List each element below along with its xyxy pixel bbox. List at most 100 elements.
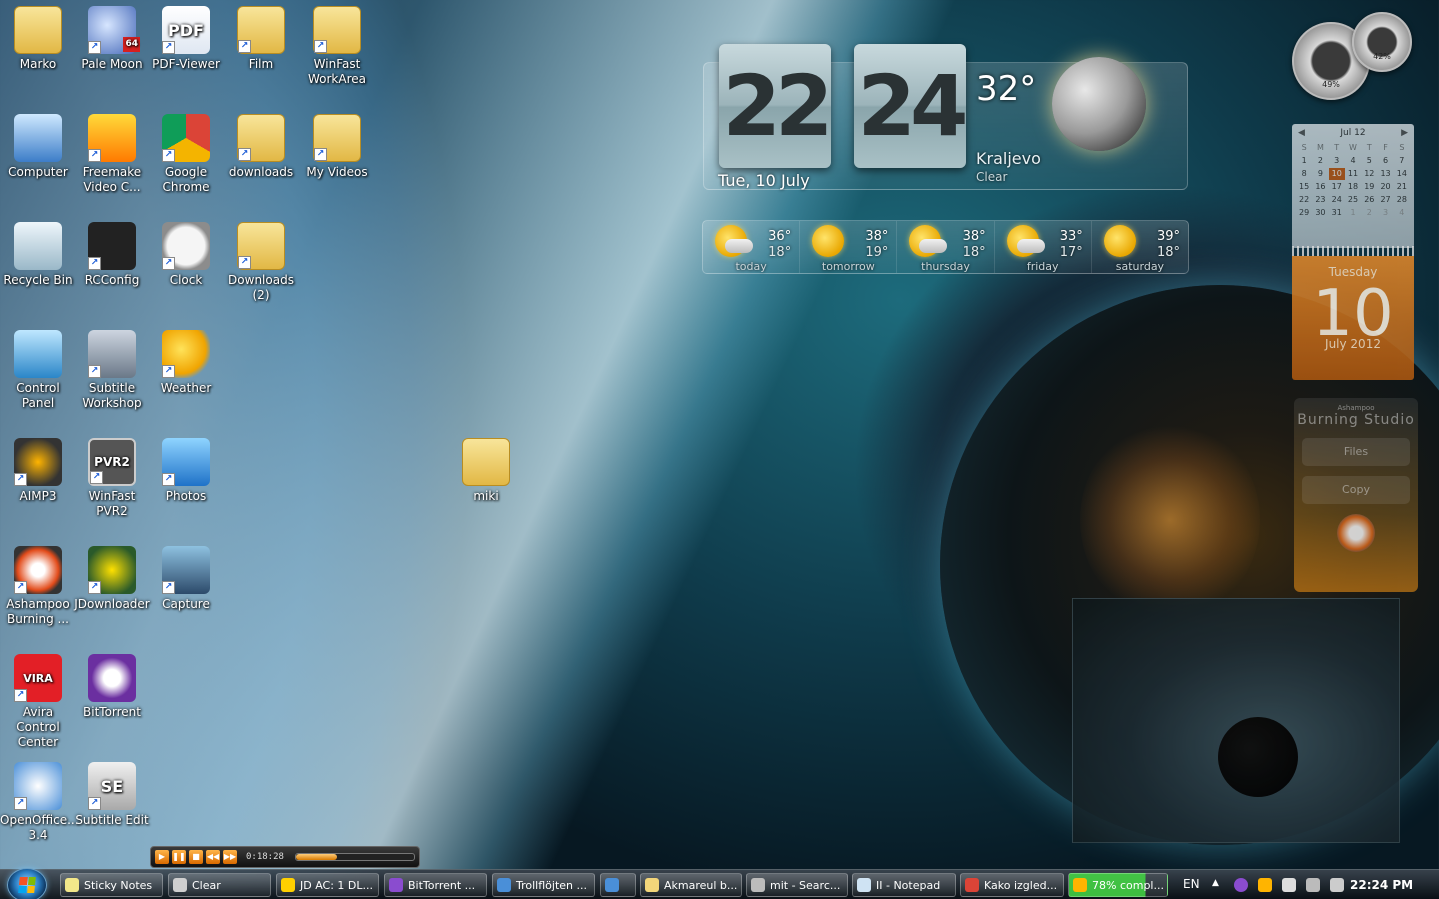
calendar-date[interactable]: 24 xyxy=(1329,194,1345,206)
taskbar-clock[interactable]: 22:24 PM xyxy=(1350,878,1413,892)
desktop-icon-weather[interactable]: ↗ Weather xyxy=(148,330,224,396)
stop-icon[interactable]: ■ xyxy=(189,850,203,864)
calendar-date[interactable]: 11 xyxy=(1345,168,1361,180)
language-indicator[interactable]: EN xyxy=(1183,877,1200,891)
start-button[interactable] xyxy=(7,868,47,899)
taskbar-button[interactable]: BitTorrent ... xyxy=(384,873,487,897)
desktop-icon-chrome[interactable]: ↗ Google Chrome xyxy=(148,114,224,195)
taskbar-button[interactable]: mit - Searc... xyxy=(746,873,848,897)
calendar-date[interactable]: 16 xyxy=(1312,181,1328,193)
desktop-icon-my-videos[interactable]: ↗ My Videos xyxy=(299,114,375,180)
desktop-icon-aimp3[interactable]: ↗ AIMP3 xyxy=(0,438,76,504)
action-center-flag-icon[interactable] xyxy=(1282,878,1296,892)
desktop-icon-subtitle-workshop[interactable]: ↗ Subtitle Workshop xyxy=(74,330,150,411)
play-icon[interactable]: ▶ xyxy=(155,850,169,864)
calendar-date[interactable]: 4 xyxy=(1345,155,1361,167)
forecast-gadget[interactable]: 36° 18° today 38° 19° tomorrow 38° 18° t… xyxy=(702,220,1189,274)
desktop-icon-clock[interactable]: ↗ Clock xyxy=(148,222,224,288)
desktop-icon-ashampoo[interactable]: ↗ Ashampoo Burning ... xyxy=(0,546,76,627)
previous-track-icon[interactable]: ◀◀ xyxy=(206,850,220,864)
calendar-date[interactable]: 3 xyxy=(1329,155,1345,167)
desktop-icon-recycle-bin[interactable]: Recycle Bin xyxy=(0,222,76,288)
calendar-date[interactable]: 15 xyxy=(1296,181,1312,193)
slideshow-gadget[interactable] xyxy=(1072,598,1400,843)
seek-bar[interactable] xyxy=(295,853,415,861)
copy-disc-button[interactable]: Copy xyxy=(1302,476,1410,504)
calendar-date[interactable]: 6 xyxy=(1377,155,1393,167)
next-track-icon[interactable]: ▶▶ xyxy=(223,850,237,864)
desktop-icon-avira[interactable]: VIRA ↗ Avira Control Center xyxy=(0,654,76,750)
taskbar-button[interactable]: Clear xyxy=(168,873,271,897)
calendar-date[interactable]: 17 xyxy=(1329,181,1345,193)
taskbar-button[interactable] xyxy=(600,873,636,897)
calendar-date[interactable]: 25 xyxy=(1345,194,1361,206)
desktop-icon-computer[interactable]: Computer xyxy=(0,114,76,180)
calendar-date[interactable]: 7 xyxy=(1394,155,1410,167)
desktop-icon-film[interactable]: ↗ Film xyxy=(223,6,299,72)
calendar-date[interactable]: 10 xyxy=(1328,168,1345,180)
desktop-icon-winfast-workarea[interactable]: ↗ WinFast WorkArea xyxy=(299,6,375,87)
taskbar-button[interactable]: Sticky Notes xyxy=(60,873,163,897)
burn-files-button[interactable]: Files xyxy=(1302,438,1410,466)
media-mini-player[interactable]: ▶ ❚❚ ■ ◀◀ ▶▶ 0:18:28 xyxy=(150,846,420,868)
desktop-icon-downloads-2[interactable]: ↗ Downloads (2) xyxy=(223,222,299,303)
calendar-date[interactable]: 29 xyxy=(1296,207,1312,219)
previous-month-icon[interactable]: ◀ xyxy=(1298,124,1305,142)
calendar-date[interactable]: 28 xyxy=(1394,194,1410,206)
calendar-date[interactable]: 22 xyxy=(1296,194,1312,206)
desktop-icon-photos[interactable]: ↗ Photos xyxy=(148,438,224,504)
calendar-date[interactable]: 1 xyxy=(1296,155,1312,167)
taskbar-button[interactable]: II - Notepad xyxy=(852,873,956,897)
calendar-date[interactable]: 27 xyxy=(1377,194,1393,206)
calendar-date[interactable]: 12 xyxy=(1361,168,1377,180)
volume-icon[interactable] xyxy=(1330,878,1344,892)
desktop-icon-capture[interactable]: ↗ Capture xyxy=(148,546,224,612)
calendar-date[interactable]: 30 xyxy=(1312,207,1328,219)
calendar-date[interactable]: 31 xyxy=(1329,207,1345,219)
calendar-date[interactable]: 23 xyxy=(1312,194,1328,206)
calendar-date[interactable]: 8 xyxy=(1296,168,1312,180)
burning-studio-gadget[interactable]: Ashampoo Burning Studio Files Copy xyxy=(1294,398,1418,592)
pause-icon[interactable]: ❚❚ xyxy=(172,850,186,864)
desktop-icon-control-panel[interactable]: Control Panel xyxy=(0,330,76,411)
calendar-date[interactable]: 1 xyxy=(1345,207,1361,219)
taskbar-button[interactable]: 78% compl... xyxy=(1068,873,1168,897)
network-icon[interactable] xyxy=(1306,878,1320,892)
next-month-icon[interactable]: ▶ xyxy=(1401,124,1408,142)
calendar-date[interactable]: 2 xyxy=(1312,155,1328,167)
taskbar-button[interactable]: JD AC: 1 DL... xyxy=(276,873,379,897)
calendar-date[interactable]: 26 xyxy=(1361,194,1377,206)
desktop-icon-jdownloader[interactable]: ↗ JDownloader xyxy=(74,546,150,612)
desktop-icon-pale-moon[interactable]: ↗ 64 Pale Moon xyxy=(74,6,150,72)
calendar-date[interactable]: 5 xyxy=(1361,155,1377,167)
desktop-icon-rcconfig[interactable]: ↗ RCConfig xyxy=(74,222,150,288)
calendar-date[interactable]: 13 xyxy=(1377,168,1393,180)
desktop-icon-freemake[interactable]: ↗ Freemake Video C... xyxy=(74,114,150,195)
calendar-date[interactable]: 14 xyxy=(1394,168,1410,180)
ram-meter-gadget[interactable]: 42% xyxy=(1352,12,1412,72)
calendar-date[interactable]: 9 xyxy=(1312,168,1328,180)
calendar-date[interactable]: 2 xyxy=(1361,207,1377,219)
desktop-icon-winfast-pvr2[interactable]: PVR2 ↗ WinFast PVR2 xyxy=(74,438,150,519)
calendar-date[interactable]: 19 xyxy=(1361,181,1377,193)
calendar-date[interactable]: 21 xyxy=(1394,181,1410,193)
desktop-icon-bittorrent[interactable]: BitTorrent xyxy=(74,654,150,720)
desktop-icon-pdf-viewer[interactable]: PDF ↗ PDF-Viewer xyxy=(148,6,224,72)
calendar-date[interactable]: 4 xyxy=(1394,207,1410,219)
taskbar-button[interactable]: Kako izgled... xyxy=(960,873,1064,897)
calendar-day-gadget[interactable]: Tuesday 10 July 2012 xyxy=(1292,256,1414,380)
desktop-icon-miki[interactable]: miki xyxy=(448,438,524,504)
desktop-icon-marko[interactable]: Marko xyxy=(0,6,76,72)
taskbar-button[interactable]: Trollflöjten ... xyxy=(492,873,595,897)
aimp-tray-icon[interactable] xyxy=(1258,878,1272,892)
show-hidden-icons-icon[interactable]: ▲ xyxy=(1212,878,1226,892)
desktop-icon-subtitle-edit[interactable]: SE ↗ Subtitle Edit xyxy=(74,762,150,828)
bittorrent-tray-icon[interactable] xyxy=(1234,878,1248,892)
calendar-date[interactable]: 18 xyxy=(1345,181,1361,193)
desktop-icon-openoffice[interactable]: ↗ OpenOffice... 3.4 xyxy=(0,762,79,843)
calendar-month-gadget[interactable]: ◀ Jul 12 ▶ S M T W T F S 1 2 3 4 5 6 7 8 9 10 11 12 13 14 15 1… xyxy=(1292,124,1414,248)
calendar-date[interactable]: 3 xyxy=(1377,207,1393,219)
calendar-date[interactable]: 20 xyxy=(1377,181,1393,193)
taskbar-button[interactable]: Akmareul b... xyxy=(640,873,742,897)
desktop-icon-downloads[interactable]: ↗ downloads xyxy=(223,114,299,180)
